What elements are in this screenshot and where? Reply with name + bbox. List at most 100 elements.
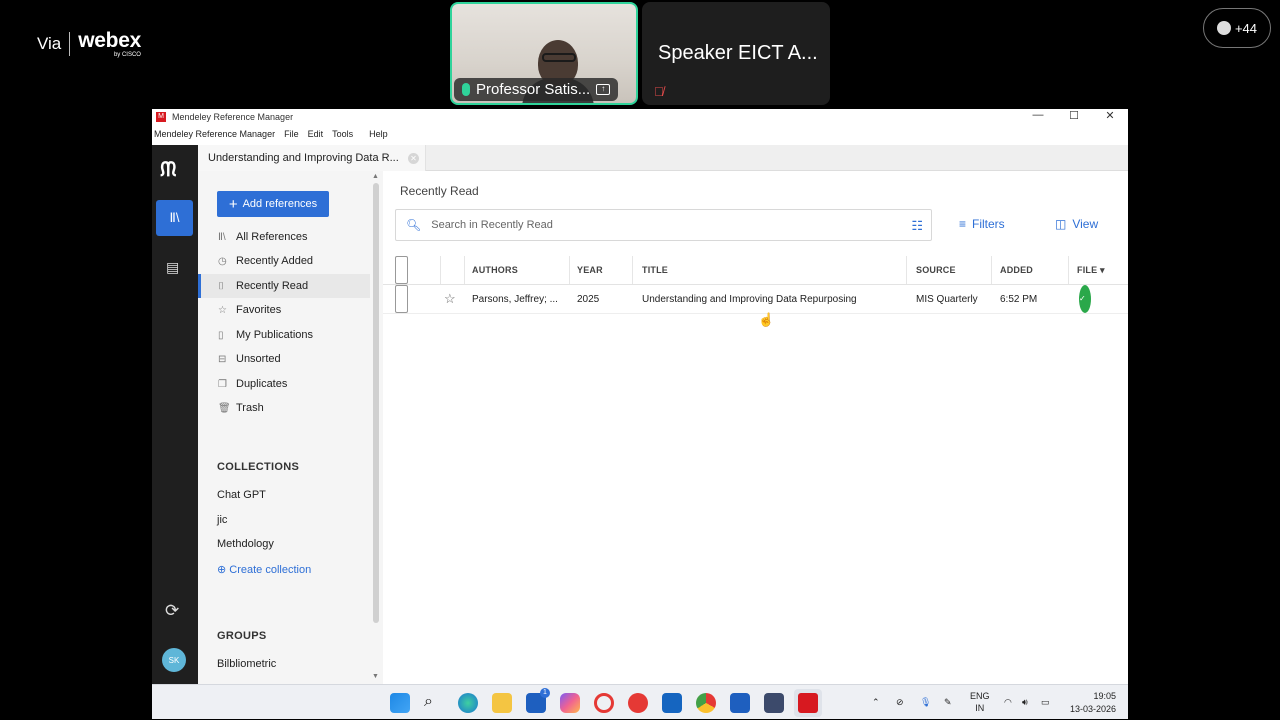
close-tab-icon[interactable]: ✕: [408, 153, 419, 164]
column-file[interactable]: FILE ▾: [1077, 256, 1105, 284]
show-hidden-icons[interactable]: ⌃: [872, 685, 880, 720]
table-row[interactable]: ☆ Parsons, Jeffrey; ... 2025 Understandi…: [383, 285, 1128, 314]
close-button[interactable]: ✕: [1092, 109, 1128, 122]
sidebar-item-favorites[interactable]: ☆ Favorites: [198, 298, 370, 322]
scroll-up-icon[interactable]: ▲: [372, 173, 379, 180]
brand-divider: [69, 32, 71, 56]
collection-item[interactable]: Chat GPT: [217, 489, 266, 501]
menu-app[interactable]: Mendeley Reference Manager: [154, 129, 275, 139]
participants-button[interactable]: +44: [1203, 8, 1271, 48]
pen-icon[interactable]: ✎: [944, 685, 952, 720]
clock[interactable]: 19:05 13-03-2026: [1070, 690, 1116, 716]
video-tile-speaker[interactable]: Speaker EICT A... 🎙̸: [642, 2, 830, 105]
collection-item[interactable]: Methdology: [217, 538, 274, 550]
duplicate-icon: ❐: [218, 378, 227, 390]
hand-cursor-icon: ☝: [758, 312, 775, 327]
wifi-icon[interactable]: ◠: [1004, 685, 1012, 720]
menu-file[interactable]: File: [284, 129, 299, 139]
column-title[interactable]: TITLE: [642, 256, 668, 284]
sidebar-item-duplicates[interactable]: ❐ Duplicates: [198, 372, 370, 396]
chrome-icon[interactable]: [696, 693, 716, 713]
row-checkbox[interactable]: [395, 285, 408, 313]
sidebar-scrollbar[interactable]: [373, 183, 379, 623]
avatar[interactable]: SK: [162, 648, 186, 672]
search-options-icon[interactable]: ☷: [911, 218, 923, 234]
volume-icon[interactable]: 🔊︎: [1022, 685, 1028, 720]
scroll-down-icon[interactable]: ▼: [372, 673, 379, 680]
store-icon[interactable]: 1: [526, 688, 550, 713]
window-title: Mendeley Reference Manager: [172, 111, 294, 122]
sidebar-item-recently-read[interactable]: ⌷ Recently Read: [198, 274, 370, 298]
sidebar-item-unsorted[interactable]: ⊟ Unsorted: [198, 347, 370, 371]
plus-icon: +: [228, 195, 238, 213]
group-item[interactable]: Bilbliometric: [217, 658, 276, 670]
cell-title: Understanding and Improving Data Repurpo…: [642, 293, 857, 305]
favorite-star-icon[interactable]: ☆: [444, 285, 456, 313]
cell-added: 6:52 PM: [1000, 293, 1038, 305]
filter-icon: ≡: [959, 217, 967, 231]
library-icon: Ⅱ\: [218, 231, 226, 243]
maximize-button[interactable]: ☐: [1056, 109, 1092, 122]
view-button[interactable]: ◫ View: [1055, 217, 1098, 231]
minimize-button[interactable]: —: [1020, 109, 1056, 122]
outlook-icon[interactable]: [662, 693, 682, 713]
menu-help[interactable]: Help: [369, 129, 388, 139]
cell-year: 2025: [577, 293, 600, 305]
column-authors[interactable]: AUTHORS: [472, 256, 518, 284]
snipping-tool-icon[interactable]: [764, 693, 784, 713]
battery-icon[interactable]: ▭: [1041, 685, 1050, 720]
acrobat-icon[interactable]: [628, 693, 648, 713]
sidebar-item-my-publications[interactable]: ▯ My Publications: [198, 323, 370, 347]
clock-icon: ◷: [218, 255, 227, 267]
column-added[interactable]: ADDED: [1000, 256, 1033, 284]
participant-count: +44: [1234, 20, 1258, 36]
add-references-button[interactable]: + Add references: [217, 191, 329, 217]
library-nav-button[interactable]: Ⅱ\: [156, 200, 193, 236]
groups-heading: GROUPS: [217, 630, 267, 642]
page-title: Recently Read: [400, 184, 479, 198]
menu-tools[interactable]: Tools: [332, 129, 353, 139]
bookmark-icon: ⌷: [218, 280, 224, 292]
create-collection-link[interactable]: ⊕ Create collection: [217, 563, 311, 576]
copilot-icon[interactable]: [560, 693, 580, 713]
language-indicator[interactable]: ENG IN: [970, 690, 990, 714]
word-icon[interactable]: [730, 693, 750, 713]
tab-document[interactable]: Understanding and Improving Data R... ✕: [198, 145, 426, 171]
search-icon: 🔍︎: [406, 218, 422, 232]
mic-on-icon: [462, 83, 470, 96]
select-all-checkbox[interactable]: [395, 256, 408, 284]
security-icon[interactable]: ⊘: [896, 685, 904, 720]
windows-start-icon[interactable]: [390, 693, 410, 713]
participant-name: Speaker EICT A...: [658, 42, 818, 64]
search-input[interactable]: [431, 219, 892, 231]
video-tile-professor[interactable]: Professor Satis... ↑: [450, 2, 638, 105]
collection-item[interactable]: jic: [217, 514, 227, 526]
mendeley-logo-icon[interactable]: ᙏ: [160, 159, 177, 182]
column-source[interactable]: SOURCE: [916, 256, 956, 284]
search-box[interactable]: 🔍︎ ☷: [395, 209, 932, 241]
sidebar-item-recently-added[interactable]: ◷ Recently Added: [198, 249, 370, 273]
filters-button[interactable]: ≡ Filters: [959, 217, 1005, 231]
sidebar-item-trash[interactable]: 🗑 Trash: [198, 396, 370, 420]
tray-icon: ⊟: [218, 353, 227, 365]
mic-tray-icon[interactable]: 🎙︎: [920, 685, 931, 720]
file-available-icon[interactable]: ✓: [1079, 285, 1091, 313]
edge-icon[interactable]: [458, 693, 478, 713]
columns-icon: ◫: [1055, 217, 1067, 231]
webex-logo: webex by CISCO: [78, 29, 141, 58]
sync-icon[interactable]: ⟳: [165, 601, 179, 621]
content-pane: Recently Read 🔍︎ ☷ ≡ Filters ◫ View: [383, 171, 1128, 684]
via-label: Via: [37, 34, 62, 53]
sidebar-item-all-references[interactable]: Ⅱ\ All References: [198, 225, 370, 249]
file-explorer-icon[interactable]: [492, 693, 512, 713]
windows-taskbar: ⌕ 1 ⌃ ⊘ 🎙︎ ✎ ENG IN ◠ 🔊︎ ▭ 19:05 13-03-2…: [152, 684, 1128, 719]
clock-date: 13-03-2026: [1069, 704, 1116, 714]
column-year[interactable]: YEAR: [577, 256, 603, 284]
opera-icon[interactable]: [594, 693, 614, 713]
notebook-icon[interactable]: ▤: [166, 259, 179, 276]
menu-edit[interactable]: Edit: [308, 129, 324, 139]
store-badge: 1: [540, 688, 550, 698]
search-taskbar-icon[interactable]: ⌕: [424, 693, 444, 713]
mendeley-taskbar-icon: [798, 693, 818, 713]
mendeley-taskbar-active[interactable]: [794, 689, 822, 717]
